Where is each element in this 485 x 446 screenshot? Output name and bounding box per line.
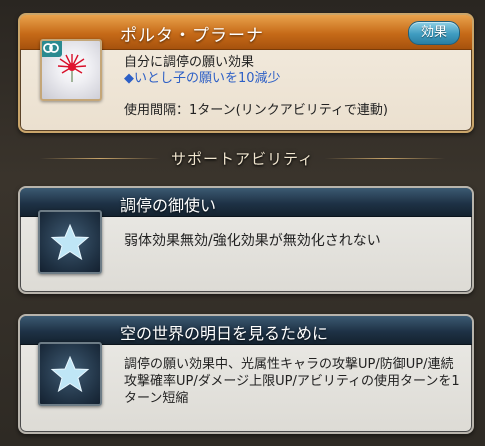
ability-detail-panel: ポルタ・プラーナ 効果 自分に調停の願い効果 ◆いとし子の願いを10減少 使用間… [0, 0, 485, 446]
section-divider-right [325, 158, 445, 159]
effect-button[interactable]: 効果 [408, 21, 460, 45]
ability-name: ポルタ・プラーナ [120, 26, 264, 46]
ability-sub-effect: ◆いとし子の願いを10減少 [124, 71, 281, 86]
star-icon [50, 223, 90, 261]
support-ability-card: 空の世界の明日を見るために 調停の願い効果中、光属性キャラの攻撃UP/防御UP/… [18, 314, 474, 434]
support-ability-card: 調停の御使い 弱体効果無効/強化効果が無効化されない [18, 186, 474, 294]
ability-icon [40, 39, 102, 101]
star-icon [50, 355, 90, 393]
link-icon [42, 41, 62, 57]
support-ability-description: 調停の願い効果中、光属性キャラの攻撃UP/防御UP/連続攻撃確率UP/ダメージ上… [124, 357, 460, 406]
ability-card: ポルタ・プラーナ 効果 自分に調停の願い効果 ◆いとし子の願いを10減少 使用間… [18, 13, 474, 133]
support-ability-icon [38, 342, 102, 406]
ability-description: 自分に調停の願い効果 [124, 55, 255, 70]
support-ability-description: 弱体効果無効/強化効果が無効化されない [124, 233, 381, 249]
support-ability-name: 調停の御使い [120, 196, 217, 215]
support-ability-header: 空の世界の明日を見るために [20, 316, 472, 345]
ability-cooldown: 使用間隔：1ターン(リンクアビリティで連動) [124, 103, 388, 118]
support-ability-name: 空の世界の明日を見るために [120, 324, 329, 343]
support-ability-icon [38, 210, 102, 274]
